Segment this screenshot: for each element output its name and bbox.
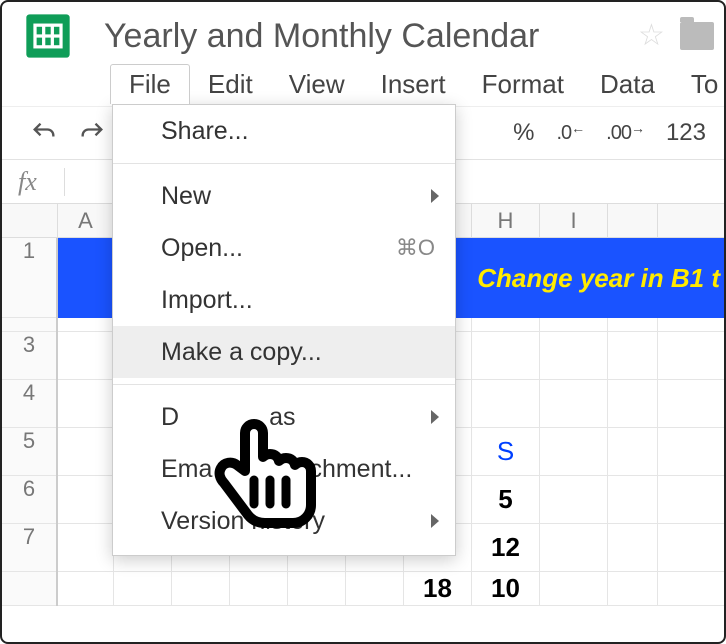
menu-separator [113,384,455,385]
fx-separator [64,168,65,196]
menu-edit[interactable]: Edit [190,65,271,104]
undo-button[interactable] [20,119,68,147]
banner-text: Change year in B1 t [477,263,720,294]
menu-open[interactable]: Open... ⌘O [113,222,455,274]
col-I[interactable]: I [540,204,608,237]
row-6[interactable]: 6 [2,476,56,524]
row-4[interactable]: 4 [2,380,56,428]
submenu-arrow-icon [431,410,439,424]
sheets-logo-icon[interactable] [22,10,74,62]
cell[interactable]: 18 [404,572,472,605]
row-3[interactable]: 3 [2,332,56,380]
menu-file[interactable]: File [110,64,190,104]
menu-view[interactable]: View [271,65,363,104]
cell[interactable]: 10 [472,572,540,605]
row-5[interactable]: 5 [2,428,56,476]
percent-format-button[interactable]: % [513,119,534,147]
col-A[interactable]: A [58,204,114,237]
cell[interactable]: 5 [472,476,540,523]
day-head-S[interactable]: S [472,428,540,475]
submenu-arrow-icon [431,514,439,528]
submenu-arrow-icon [431,189,439,203]
increase-decimal-button[interactable]: .00→ [606,122,644,145]
doc-bar: Yearly and Monthly Calendar ☆ [2,2,724,62]
menu-tools[interactable]: To [673,65,726,104]
star-icon[interactable]: ☆ [638,21,668,51]
row-1[interactable]: 1 [2,238,56,318]
move-folder-icon[interactable] [680,22,714,50]
hand-pointer-icon [206,412,326,547]
fx-label: fx [18,167,58,197]
app-root: Yearly and Monthly Calendar ☆ File Edit … [0,0,726,644]
menu-insert[interactable]: Insert [363,65,464,104]
row-headers: 1 3 4 5 6 7 [2,238,58,606]
col-H[interactable]: H [472,204,540,237]
col-J[interactable] [608,204,658,237]
menu-make-a-copy[interactable]: Make a copy... [113,326,455,378]
select-all-corner[interactable] [2,204,58,237]
number-format-button[interactable]: 123 [666,119,706,147]
menu-new[interactable]: New [113,170,455,222]
cell[interactable]: 12 [472,524,540,571]
row-7[interactable]: 7 [2,524,56,572]
doc-title[interactable]: Yearly and Monthly Calendar [104,17,539,56]
menu-format[interactable]: Format [464,65,582,104]
menu-separator [113,163,455,164]
shortcut-label: ⌘O [396,235,435,261]
menu-import[interactable]: Import... [113,274,455,326]
decrease-decimal-button[interactable]: .0← [556,122,584,145]
row-2[interactable] [2,318,56,332]
menu-bar: File Edit View Insert Format Data To [2,62,724,106]
row-8[interactable] [2,572,56,606]
menu-data[interactable]: Data [582,65,673,104]
redo-button[interactable] [68,119,116,147]
menu-share[interactable]: Share... [113,105,455,157]
